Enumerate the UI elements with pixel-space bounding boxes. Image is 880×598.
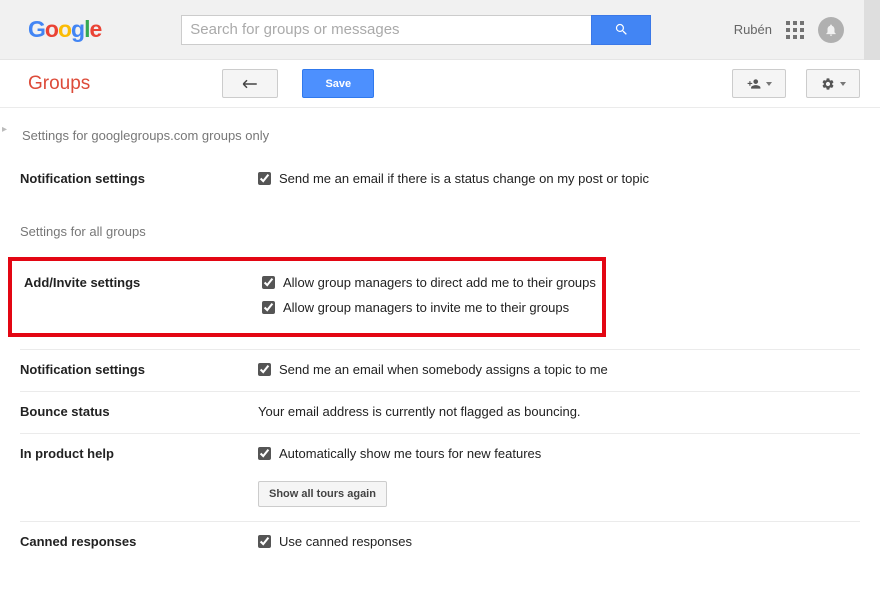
search-bar [181, 15, 651, 45]
allow-direct-add-checkbox[interactable] [262, 276, 275, 289]
assign-topic-email-option[interactable]: Send me an email when somebody assigns a… [258, 362, 860, 377]
bell-icon [824, 23, 838, 37]
checkbox-label: Allow group managers to direct add me to… [283, 275, 596, 290]
row-label: Add/Invite settings [24, 275, 262, 315]
app-title[interactable]: Groups [28, 73, 90, 95]
use-canned-responses-checkbox[interactable] [258, 535, 271, 548]
header-edge [864, 0, 880, 60]
canned-responses-row: Canned responses Use canned responses [20, 521, 860, 563]
status-change-email-option[interactable]: Send me an email if there is a status ch… [258, 171, 860, 186]
apps-icon[interactable] [786, 21, 804, 39]
chevron-down-icon [840, 82, 846, 86]
app-header: Google Rubén [0, 0, 880, 60]
use-canned-responses-option[interactable]: Use canned responses [258, 534, 860, 549]
back-button[interactable] [222, 69, 278, 98]
gear-icon [820, 77, 836, 91]
add-invite-highlight: Add/Invite settings Allow group managers… [8, 257, 606, 337]
show-all-tours-button[interactable]: Show all tours again [258, 481, 387, 507]
person-add-icon [746, 77, 762, 91]
chevron-down-icon [766, 82, 772, 86]
in-product-help-row: In product help Automatically show me to… [20, 433, 860, 521]
checkbox-label: Automatically show me tours for new feat… [279, 446, 541, 461]
add-invite-settings-row: Add/Invite settings Allow group managers… [24, 275, 602, 315]
auto-tours-checkbox[interactable] [258, 447, 271, 460]
checkbox-label: Send me an email when somebody assigns a… [279, 362, 608, 377]
settings-dropdown[interactable] [806, 69, 860, 98]
assign-topic-checkbox[interactable] [258, 363, 271, 376]
row-label: Canned responses [20, 534, 258, 549]
members-dropdown[interactable] [732, 69, 786, 98]
header-right: Rubén [734, 0, 860, 60]
row-label: Bounce status [20, 404, 258, 419]
allow-invite-checkbox[interactable] [262, 301, 275, 314]
checkbox-label: Use canned responses [279, 534, 412, 549]
allow-invite-option[interactable]: Allow group managers to invite me to the… [262, 300, 602, 315]
google-logo[interactable]: Google [28, 16, 101, 43]
search-input[interactable] [181, 15, 591, 45]
all-groups-header: Settings for all groups [20, 224, 860, 239]
gg-groups-note: Settings for googlegroups.com groups onl… [22, 128, 860, 143]
save-button[interactable]: Save [302, 69, 374, 98]
notification-settings-row-2: Notification settings Send me an email w… [20, 349, 860, 391]
notifications-button[interactable] [818, 17, 844, 43]
notification-settings-row-1: Notification settings Send me an email i… [20, 171, 860, 200]
checkbox-label: Allow group managers to invite me to the… [283, 300, 569, 315]
row-label: Notification settings [20, 362, 258, 377]
row-label: In product help [20, 446, 258, 507]
settings-content: ▸ Settings for googlegroups.com groups o… [0, 108, 880, 583]
back-arrow-icon [241, 78, 259, 90]
checkbox-label: Send me an email if there is a status ch… [279, 171, 649, 186]
username-label[interactable]: Rubén [734, 22, 772, 37]
search-button[interactable] [591, 15, 651, 45]
allow-direct-add-option[interactable]: Allow group managers to direct add me to… [262, 275, 602, 290]
auto-tours-option[interactable]: Automatically show me tours for new feat… [258, 446, 860, 461]
status-change-checkbox[interactable] [258, 172, 271, 185]
search-icon [614, 22, 629, 37]
expand-sidebar-handle[interactable]: ▸ [2, 124, 12, 138]
row-label: Notification settings [20, 171, 258, 186]
bounce-status-row: Bounce status Your email address is curr… [20, 391, 860, 433]
bounce-status-text: Your email address is currently not flag… [258, 404, 860, 419]
toolbar: Groups Save [0, 60, 880, 108]
